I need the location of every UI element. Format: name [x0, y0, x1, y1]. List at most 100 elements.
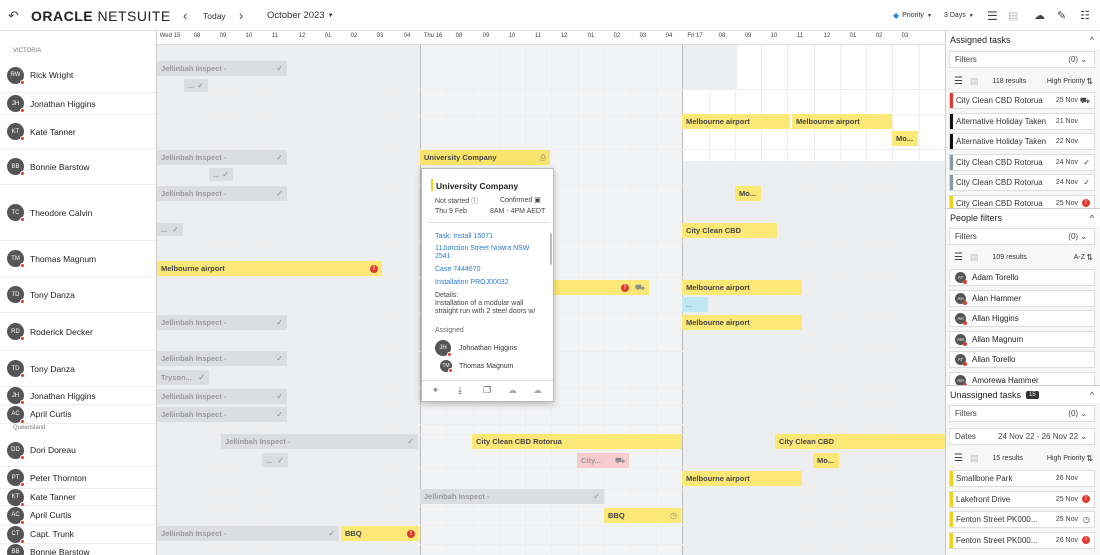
task-bar[interactable]: Melbourne airport [682, 114, 790, 129]
task-bar[interactable]: Jellinbah Inspect - ✓ [157, 526, 339, 541]
task-bar[interactable]: Tryson... ✓ [157, 370, 209, 385]
resource-row[interactable]: RW Rick Wright [0, 58, 156, 93]
task-bar[interactable]: ... ✓ [209, 168, 233, 181]
task-bar[interactable]: Mo... [735, 186, 761, 201]
task-bar[interactable]: Mo... [813, 453, 839, 468]
resource-row[interactable]: TD Tony Danza [0, 351, 156, 387]
people-filters[interactable]: Filters (0) ⌄ [949, 228, 1095, 245]
task-card[interactable]: Fenton Street PK000... 25 Nov ◷ [949, 511, 1095, 528]
download-icon[interactable]: ⤓ [458, 385, 462, 396]
task-bar[interactable]: Jellinbah Inspect - ✓ [157, 186, 287, 201]
task-bar[interactable]: BBQ ◷ [604, 508, 681, 523]
resource-row[interactable]: BB Bonnie Barstow [0, 543, 156, 555]
settings-sliders-icon[interactable]: ☷ [1080, 0, 1090, 31]
task-card[interactable]: City Clean CBD Rotorua 25 Nov ⛟ [949, 92, 1095, 109]
installation-link[interactable]: Installation PROJ00032 [435, 279, 509, 286]
task-bar[interactable]: Melbourne airport! [157, 261, 382, 276]
cloud-upload-icon[interactable]: ☁ [533, 385, 542, 396]
grid-icon[interactable]: ▤ [970, 453, 979, 464]
dates-filter[interactable]: Dates 24 Nov 22 - 26 Nov 22 ⌄ [949, 428, 1095, 445]
task-bar[interactable]: Jellinbah Inspect - ✓ [157, 61, 287, 76]
assigned-tasks-header[interactable]: Assigned tasks ^ [946, 31, 1100, 49]
task-card[interactable]: Fenton Street PK000... 26 Nov! [949, 531, 1095, 549]
resource-row[interactable]: TM Thomas Magnum [0, 241, 156, 277]
edit-icon[interactable]: ✎ [1057, 0, 1066, 31]
task-bar[interactable]: Jellinbah Inspect - ✓ [157, 407, 287, 422]
person-card[interactable]: AH Alan Hammer [949, 289, 1095, 307]
resource-row[interactable]: TC Theodore Calvin [0, 185, 156, 241]
task-bar[interactable]: Melbourne airport [682, 471, 802, 486]
task-card[interactable]: City Clean CBD Rotorua 24 Nov ✓ [949, 153, 1095, 171]
task-bar-selected[interactable]: University Company ⎙ [420, 150, 550, 165]
days-dropdown[interactable]: 3 Days ▼ [944, 0, 974, 31]
resource-row[interactable]: RD Roderick Decker [0, 313, 156, 351]
person-card[interactable]: AT Adam Torello [949, 269, 1095, 286]
sort-dropdown[interactable]: High Priority [1047, 455, 1085, 462]
task-bar[interactable]: ! ⛟ [554, 280, 649, 295]
sort-icon[interactable]: ⇅ [1086, 454, 1093, 463]
case-link[interactable]: Case 7444670 [435, 266, 481, 273]
task-bar[interactable]: Jellinbah Inspect - ✓ [157, 315, 287, 330]
task-card[interactable]: Smallbone Park 26 Nov [949, 470, 1095, 487]
task-bar[interactable]: ... ✓ [184, 79, 208, 92]
person-card[interactable]: AH Allan Higgins [949, 310, 1095, 327]
task-link[interactable]: Task: Install 15071 [435, 233, 493, 240]
task-bar[interactable]: Melbourne airport [792, 114, 892, 129]
scrollbar[interactable] [550, 233, 552, 265]
sort-dropdown[interactable]: High Priority [1047, 78, 1085, 85]
task-bar[interactable]: City Clean CBD [775, 434, 945, 449]
people-filters-header[interactable]: People filters ^ [946, 208, 1100, 226]
priority-dropdown[interactable]: ◆ Priority ▼ [893, 0, 932, 31]
task-bar[interactable]: Melbourne airport [682, 280, 802, 295]
grid-view-icon[interactable]: ▤ [1008, 0, 1018, 31]
task-bar[interactable]: City Clean CBD [682, 223, 777, 238]
resource-row[interactable]: JH Jonathan Higgins [0, 387, 156, 405]
resource-row[interactable]: AC April Curtis [0, 405, 156, 424]
copy-icon[interactable]: ❐ [483, 385, 491, 396]
grid-icon[interactable]: ▤ [970, 76, 979, 87]
resource-row[interactable]: PT Peter Thornton [0, 467, 156, 489]
sort-dropdown[interactable]: A-Z [1074, 254, 1085, 261]
list-icon[interactable]: ☰ [954, 252, 963, 263]
task-bar[interactable]: BBQ! [341, 526, 419, 541]
prev-button[interactable]: ‹ [183, 0, 187, 31]
back-arrow-icon[interactable]: ↶ [8, 0, 19, 31]
grid-icon[interactable]: ▤ [970, 252, 979, 263]
next-button[interactable]: › [239, 0, 243, 31]
resource-row[interactable]: KT Kate Tanner [0, 488, 156, 507]
task-card[interactable]: Lakefront Drive 25 Nov! [949, 490, 1095, 508]
chevron-up-icon[interactable]: ^ [1090, 35, 1094, 45]
task-bar[interactable]: Melbourne airport [682, 315, 802, 330]
resource-row[interactable]: JH Jonathan Higgins [0, 93, 156, 115]
person-card[interactable]: AT Allan Torello [949, 351, 1095, 368]
person-card[interactable]: AM Allan Magnum [949, 330, 1095, 348]
assignee[interactable]: TM Thomas Magnum [440, 360, 513, 373]
resource-row[interactable]: KT Kate Tanner [0, 115, 156, 149]
task-bar[interactable]: Jellinbah Inspect - ✓ [157, 389, 287, 404]
address-link[interactable]: 11Junction Street Nowra NSW 2541 [435, 245, 540, 261]
task-card[interactable]: Alternative Holiday Taken 22 Nov [949, 133, 1095, 150]
list-icon[interactable]: ☰ [954, 76, 963, 87]
task-card[interactable]: City Clean CBD Rotorua 24 Nov ✓ [949, 174, 1095, 191]
task-bar[interactable]: Jellinbah Inspect - ✓ [221, 434, 418, 449]
resource-row[interactable]: TD Tony Danza [0, 277, 156, 313]
assignee[interactable]: JH Johnathan Higgins [435, 340, 517, 357]
resource-row[interactable]: CT Capt. Trunk [0, 525, 156, 544]
resource-row[interactable]: DD Dori Doreau [0, 434, 156, 467]
chevron-up-icon[interactable]: ^ [1090, 390, 1094, 400]
task-bar[interactable]: ... [682, 297, 708, 312]
chevron-up-icon[interactable]: ^ [1090, 213, 1094, 223]
task-bar[interactable]: Jellinbah Inspect - ✓ [157, 150, 287, 165]
month-picker[interactable]: October 2023 ▼ [267, 0, 334, 31]
task-bar[interactable]: City Clean CBD Rotorua [472, 434, 682, 449]
task-bar[interactable]: Jellinbah Inspect - ✓ [157, 351, 287, 366]
today-button[interactable]: Today [203, 0, 226, 31]
assigned-filters[interactable]: Filters (0) ⌄ [949, 51, 1095, 68]
list-icon[interactable]: ☰ [954, 453, 963, 464]
unassigned-filters[interactable]: Filters (0) ⌄ [949, 405, 1095, 422]
task-bar[interactable]: City... ⛟ [577, 453, 629, 468]
cloud-icon[interactable]: ☁ [508, 385, 517, 396]
unassigned-tasks-header[interactable]: Unassigned tasks 15 ^ [946, 385, 1100, 403]
task-card[interactable]: Alternative Holiday Taken 21 Nov [949, 112, 1095, 130]
cloud-upload-icon[interactable]: ☁ [1034, 0, 1045, 31]
